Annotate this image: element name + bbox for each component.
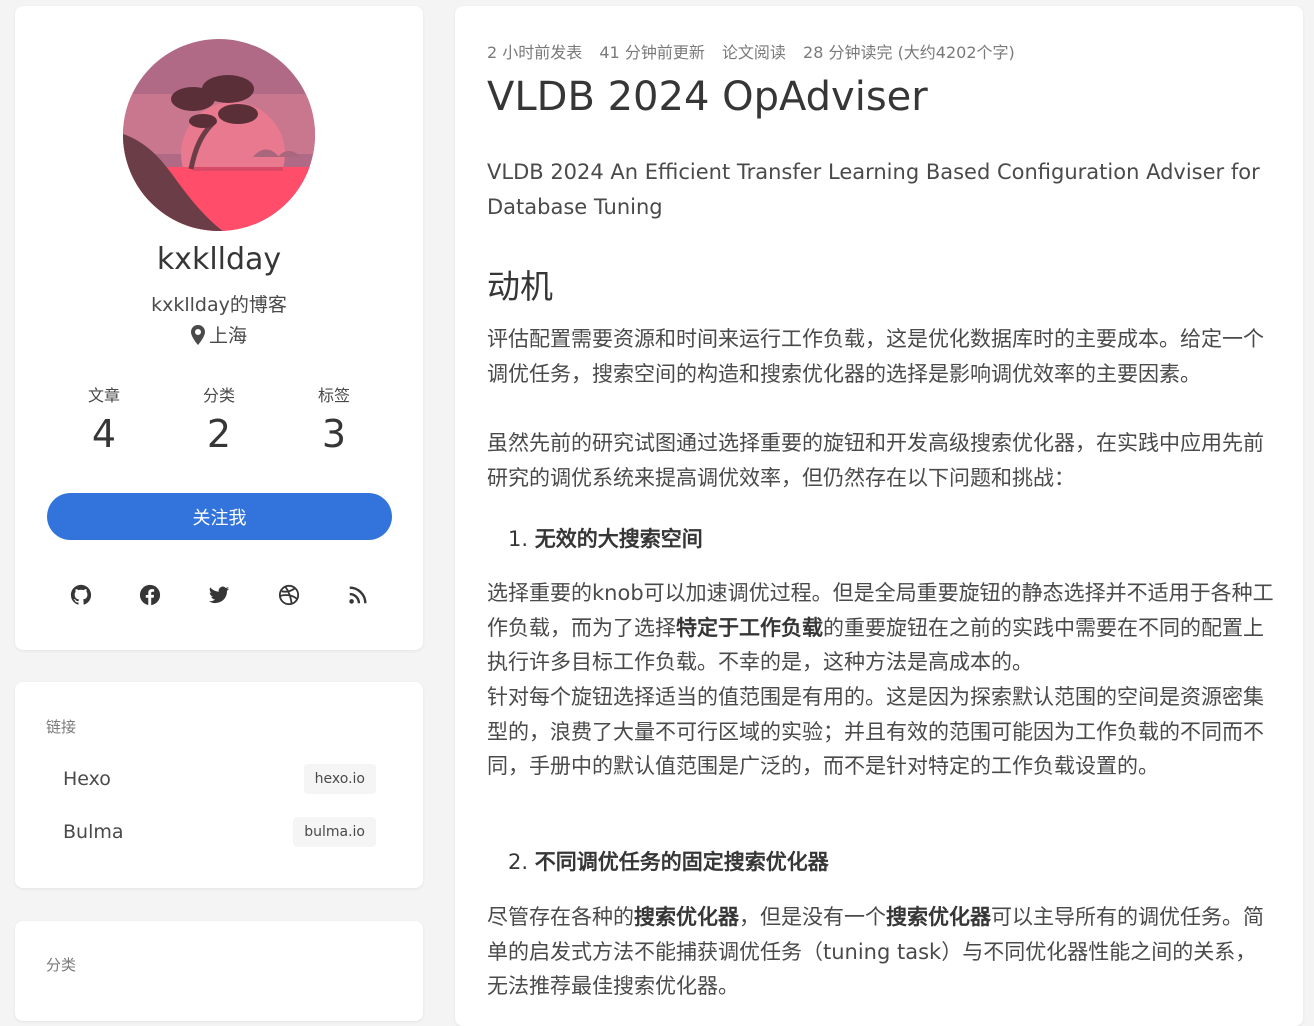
reading-time: 28 分钟读完 (大约4202个字) (803, 43, 1015, 62)
categories-title: 分类 (46, 956, 77, 974)
links-title: 链接 (46, 718, 77, 736)
link-name: Hexo (63, 768, 111, 790)
stat-label: 标签 (317, 386, 350, 405)
links-card: 链接 Hexo hexo.io Bulma bulma.io (15, 682, 423, 888)
p5-text-b: ，但是没有一个 (739, 905, 886, 929)
rss-icon[interactable] (347, 584, 369, 606)
stat-value: 3 (321, 412, 347, 456)
stat-categories[interactable]: 分类 2 (159, 382, 279, 456)
subtitle-line-1: VLDB 2024 An Efficient Transfer Learning… (487, 160, 1260, 184)
updated-time[interactable]: 41 分钟前更新 (599, 43, 704, 62)
stat-tags[interactable]: 标签 3 (274, 382, 394, 456)
location-text: 上海 (208, 325, 247, 347)
p5-text-a: 尽管存在各种的 (487, 905, 634, 929)
paragraph-3: 选择重要的knob可以加速调优过程。但是全局重要旋钮的静态选择并不适用于各种工作… (487, 576, 1277, 680)
list-item-2: 2. 不同调优任务的固定搜索优化器 (508, 846, 829, 876)
p3-bold: 特定于工作负载 (676, 615, 823, 640)
p5-bold-2: 搜索优化器 (886, 905, 991, 929)
author-name: kxkllday (156, 242, 282, 277)
article-category[interactable]: 论文阅读 (722, 43, 786, 62)
avatar (123, 39, 315, 231)
twitter-icon[interactable] (208, 584, 230, 606)
avatar-image (123, 39, 315, 231)
github-icon[interactable] (70, 584, 92, 606)
profile-card: kxkllday kxkllday的博客 上海 文章 4 分类 2 标签 3 关… (15, 6, 423, 650)
article-title: VLDB 2024 OpAdviser (487, 74, 928, 120)
p5-bold-1: 搜索优化器 (634, 905, 739, 929)
author-location: 上海 (15, 321, 423, 348)
list-item-text: 不同调优任务的固定搜索优化器 (534, 850, 829, 874)
list-item-1: 1. 无效的大搜索空间 (508, 523, 703, 553)
stat-value: 2 (206, 412, 232, 456)
list-number: 2. (508, 850, 529, 874)
stat-posts[interactable]: 文章 4 (44, 382, 164, 456)
link-item-hexo[interactable]: Hexo hexo.io (63, 763, 376, 795)
author-description: kxkllday的博客 (151, 294, 287, 316)
list-item-text: 无效的大搜索空间 (534, 527, 703, 551)
paragraph-5: 尽管存在各种的搜索优化器，但是没有一个搜索优化器可以主导所有的调优任务。简单的启… (487, 900, 1277, 1004)
map-marker-icon (190, 324, 205, 345)
link-domain: bulma.io (293, 817, 376, 847)
paragraph-2: 虽然先前的研究试图通过选择重要的旋钮和开发高级搜索优化器，在实践中应用先前研究的… (487, 431, 1264, 490)
categories-card: 分类 (15, 921, 423, 1021)
facebook-icon[interactable] (139, 584, 161, 606)
link-item-bulma[interactable]: Bulma bulma.io (63, 816, 376, 848)
article-card: 2 小时前发表 41 分钟前更新 论文阅读 28 分钟读完 (大约4202个字)… (455, 6, 1303, 1026)
article-meta: 2 小时前发表 41 分钟前更新 论文阅读 28 分钟读完 (大约4202个字) (487, 39, 1027, 63)
list-number: 1. (508, 527, 529, 551)
stat-label: 文章 (87, 386, 120, 405)
dribbble-icon[interactable] (278, 584, 300, 606)
section-heading: 动机 (487, 267, 553, 306)
follow-button[interactable]: 关注我 (47, 493, 392, 540)
paragraph-1: 评估配置需要资源和时间来运行工作负载，这是优化数据库时的主要成本。给定一个调优任… (487, 327, 1264, 386)
article-subtitle: VLDB 2024 An Efficient Transfer Learning… (487, 155, 1287, 224)
published-time: 2 小时前发表 (487, 43, 583, 62)
link-domain: hexo.io (303, 764, 376, 794)
stat-label: 分类 (202, 386, 235, 405)
subtitle-line-2: Database Tuning (487, 194, 663, 219)
link-name: Bulma (63, 821, 124, 843)
stat-value: 4 (91, 412, 117, 456)
paragraph-4: 针对每个旋钮选择适当的值范围是有用的。这是因为探索默认范围的空间是资源密集型的，… (487, 685, 1264, 778)
